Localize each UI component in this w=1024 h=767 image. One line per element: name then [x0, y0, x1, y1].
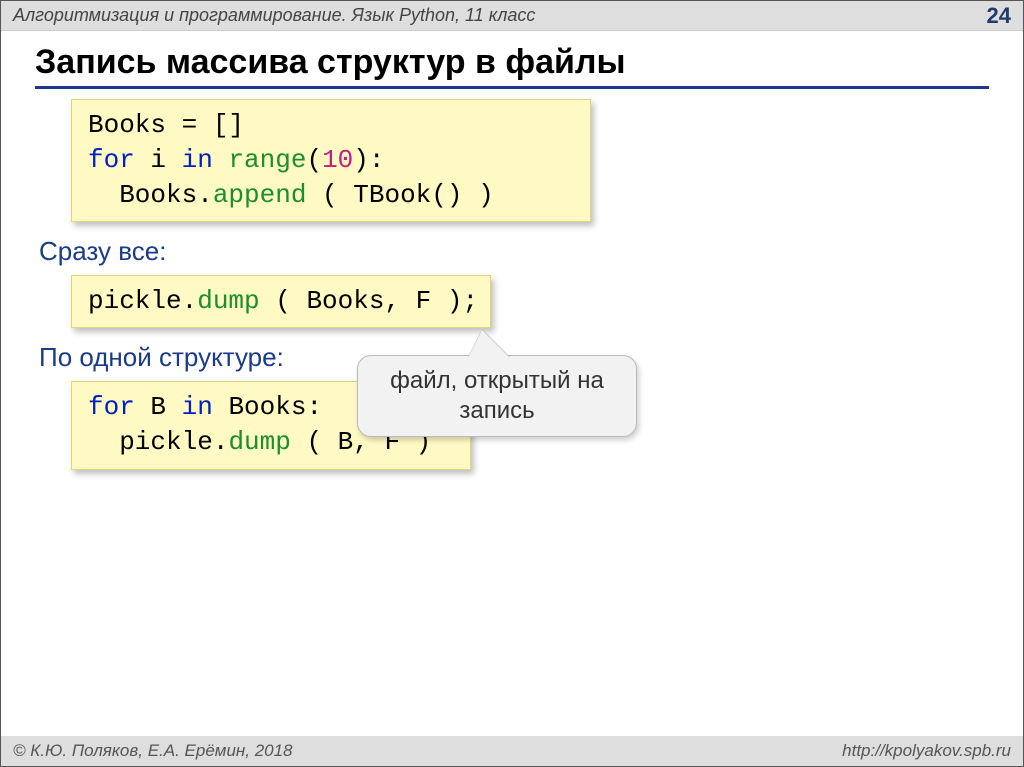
content: Books = [] for i in range(10): Books.app…: [1, 99, 1023, 470]
code-text: i: [135, 145, 182, 175]
keyword-for: for: [88, 392, 135, 422]
page-number: 24: [987, 3, 1011, 29]
code-text: B: [135, 392, 182, 422]
subheading-all: Сразу все:: [39, 236, 989, 267]
keyword-for: for: [88, 145, 135, 175]
header-bar: Алгоритмизация и программирование. Язык …: [1, 1, 1023, 31]
number-literal: 10: [322, 145, 353, 175]
slide-title: Запись массива структур в файлы: [35, 43, 989, 89]
code-text: ( Books, F );: [260, 286, 478, 316]
code-block-init: Books = [] for i in range(10): Books.app…: [71, 99, 591, 222]
code-text: (: [306, 145, 322, 175]
code-text: pickle.: [88, 427, 228, 457]
fn-dump: dump: [197, 286, 259, 316]
code-block-dump-all: pickle.dump ( Books, F );: [71, 275, 491, 328]
fn-range: range: [228, 145, 306, 175]
code-text: ( TBook() ): [306, 180, 493, 210]
code-text: [213, 145, 229, 175]
footer-authors: © К.Ю. Поляков, Е.А. Ерёмин, 2018: [13, 741, 842, 761]
callout: файл, открытый на запись: [357, 355, 637, 437]
fn-dump: dump: [228, 427, 290, 457]
footer-url: http://kpolyakov.spb.ru: [842, 741, 1011, 761]
fn-append: append: [213, 180, 307, 210]
course-title: Алгоритмизация и программирование. Язык …: [13, 5, 987, 26]
callout-text: файл, открытый на запись: [390, 367, 604, 424]
code-text: = []: [166, 110, 244, 140]
footer-bar: © К.Ю. Поляков, Е.А. Ерёмин, 2018 http:/…: [1, 736, 1023, 766]
code-text: ):: [353, 145, 384, 175]
code-text: Books.: [88, 180, 213, 210]
code-text: Books:: [213, 392, 322, 422]
keyword-in: in: [182, 145, 213, 175]
slide: Алгоритмизация и программирование. Язык …: [0, 0, 1024, 767]
keyword-in: in: [182, 392, 213, 422]
code-text: pickle.: [88, 286, 197, 316]
code-text: Books: [88, 110, 166, 140]
